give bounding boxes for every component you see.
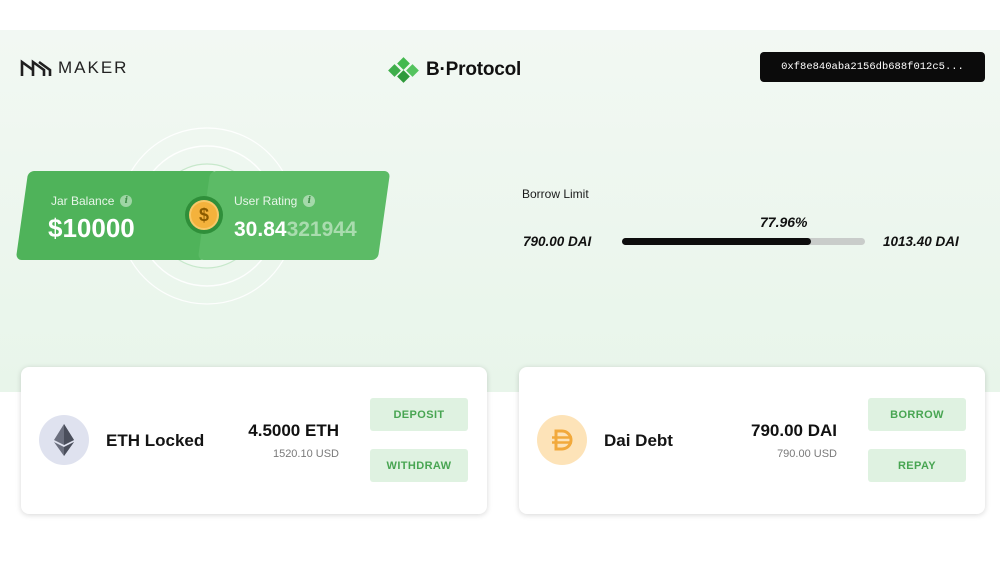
user-rating-value: 30.84321944 [234,218,357,242]
wallet-address-button[interactable]: 0xf8e840aba2156db688f012c5... [760,52,985,82]
dai-debt-label: Dai Debt [604,431,673,450]
borrow-limit-percent: 77.96% [760,214,808,230]
withdraw-button[interactable]: WITHDRAW [370,449,468,482]
repay-button[interactable]: REPAY [868,449,966,482]
info-icon[interactable]: i [120,195,133,207]
eth-usd-value: 1520.10 USD [272,448,339,460]
maker-m-icon [20,59,52,76]
jar-balance-label-row: Jar Balance i [51,194,133,208]
eth-locked-panel: ETH Locked 4.5000 ETH 1520.10 USD DEPOSI… [21,367,487,514]
user-rating-card [197,171,391,260]
rating-value-rest: 321944 [286,218,357,241]
user-rating-label-row: User Rating i [234,194,316,208]
dai-usd-value: 790.00 USD [777,448,837,460]
bprotocol-logo[interactable]: B·Protocol [388,57,521,83]
dai-icon [537,415,587,465]
bprotocol-diamond-icon [388,57,419,83]
rating-value-main: 30.84 [234,218,287,241]
dai-debt-panel: Dai Debt 790.00 DAI 790.00 USD BORROW RE… [519,367,985,514]
borrow-limit-progress-track [622,238,865,245]
jar-balance-value: $10000 [48,213,135,243]
borrow-limit-progress-fill [622,238,812,245]
maker-label: MAKER [58,58,129,77]
jar-balance-label: Jar Balance [51,194,115,208]
ethereum-icon [39,415,89,465]
borrow-button[interactable]: BORROW [868,398,966,431]
borrow-limit-current: 790.00 DAI [523,234,592,249]
info-icon[interactable]: i [303,195,316,207]
dollar-coin-icon: $ [185,196,223,234]
page: MAKER B·Protocol 0xf8e840aba2156db688f01… [0,0,1000,561]
user-rating-label: User Rating [234,194,298,208]
eth-locked-label: ETH Locked [106,431,205,450]
eth-amount: 4.5000 ETH [248,421,339,440]
deposit-button[interactable]: DEPOSIT [370,398,468,431]
borrow-limit-title: Borrow Limit [522,187,589,201]
borrow-limit-max: 1013.40 DAI [883,234,959,249]
maker-logo[interactable]: MAKER [20,58,128,78]
brand-label: B·Protocol [426,59,522,80]
dai-amount: 790.00 DAI [751,421,837,440]
